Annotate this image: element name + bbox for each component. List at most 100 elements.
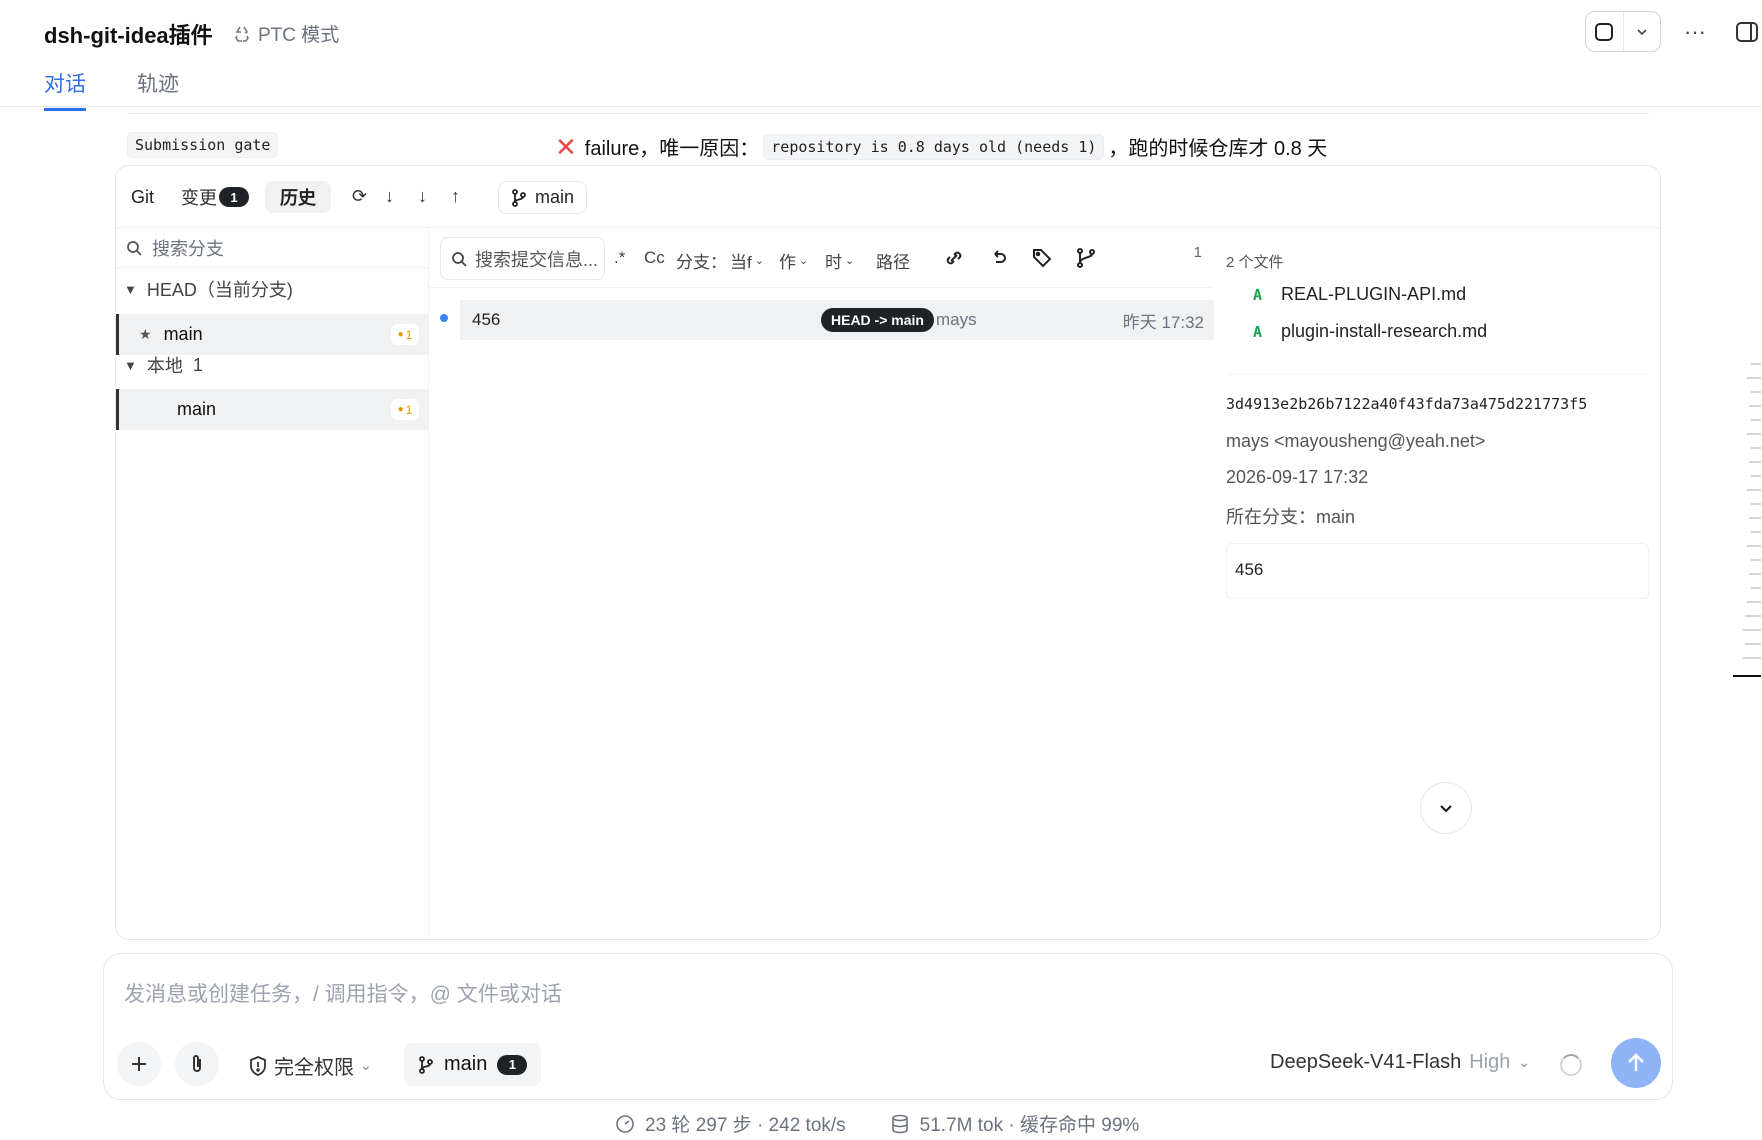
conversation-minimap[interactable] (1733, 363, 1761, 698)
branch-create-icon[interactable] (1074, 246, 1098, 270)
chevron-down-icon (1637, 28, 1647, 35)
local-group-toggle[interactable]: ▼ 本地 1 (124, 352, 203, 378)
commit-message-box: 456 (1226, 543, 1649, 599)
chevron-down-icon: ⌄ (360, 1057, 372, 1073)
local-group-count: 1 (192, 354, 203, 375)
gate-result-line: ✕ failure，唯一原因： repository is 0.8 days o… (555, 132, 1327, 161)
message-composer: 发消息或创建任务，/ 调用指令，@ 文件或对话 完全权限 ⌄ main 1 De… (103, 953, 1673, 1100)
regex-toggle[interactable]: .* (614, 248, 625, 268)
sidebar-item-head-main[interactable]: ★ main ● 1 (116, 314, 429, 355)
star-icon: ★ (139, 326, 152, 342)
paperclip-icon (193, 1055, 201, 1072)
chevron-down-icon: ⌄ (754, 255, 764, 267)
failure-x-icon: ✕ (555, 131, 577, 162)
git-label: Git (131, 186, 155, 207)
list-item[interactable]: A REAL-PLUGIN-API.md (1253, 284, 1466, 305)
caret-down-icon: ▼ (124, 357, 137, 373)
path-filter[interactable]: 路径 (876, 248, 910, 273)
shield-icon (250, 1055, 266, 1076)
time-filter-label: 时 (825, 253, 842, 272)
tab-history[interactable]: 历史 (265, 181, 331, 213)
database-icon (891, 1114, 908, 1133)
branch-filter[interactable]: 分支： 当f ⌄ (676, 248, 764, 273)
head-group-label: HEAD（当前分支) (146, 280, 293, 300)
tab-changes[interactable]: 变更 1 (181, 181, 249, 213)
head-branch-label: main (163, 324, 203, 344)
scroll-to-bottom-button[interactable] (1420, 782, 1472, 834)
commit-author: mays (936, 310, 977, 329)
ahead-badge: ● 1 (391, 399, 419, 420)
loading-spinner-icon (1560, 1054, 1582, 1076)
branch-icon (512, 188, 526, 207)
permission-label: 完全权限 (274, 1057, 354, 1079)
tag-icon[interactable] (1030, 246, 1054, 270)
branch-icon (419, 1055, 433, 1074)
list-item[interactable]: A plugin-install-research.md (1253, 321, 1487, 342)
composer-branch-pill[interactable]: main 1 (404, 1043, 542, 1086)
commit-author-email: mays <mayousheng@yeah.net> (1226, 431, 1486, 451)
branch-search[interactable]: 搜索分支 (116, 228, 429, 268)
permission-selector[interactable]: 完全权限 ⌄ (248, 1051, 372, 1080)
head-group-toggle[interactable]: ▼ HEAD（当前分支) (124, 276, 293, 302)
more-icon[interactable]: ··· (1681, 18, 1709, 46)
file-name: plugin-install-research.md (1281, 321, 1488, 341)
ptc-mode-label: PTC 模式 (258, 25, 340, 46)
progress-stats: 23 轮 297 步 · 242 tok/s (645, 1115, 846, 1136)
branch-search-placeholder: 搜索分支 (152, 238, 224, 259)
gauge-icon (616, 1114, 634, 1133)
file-name: REAL-PLUGIN-API.md (1281, 284, 1467, 304)
commit-count: 1 (1193, 244, 1202, 261)
plus-icon (132, 1057, 146, 1071)
panel-right-icon (1736, 22, 1758, 42)
undo-icon[interactable] (986, 246, 1010, 270)
send-button[interactable] (1611, 1038, 1661, 1088)
model-selector[interactable]: DeepSeek-V41-Flash High ⌄ (1270, 1051, 1530, 1074)
caret-down-icon: ▼ (124, 281, 137, 297)
arrow-up-icon (1628, 1053, 1644, 1071)
push-icon[interactable]: ↑ (451, 186, 460, 207)
gate-reason-code: repository is 0.8 days old (needs 1) (763, 133, 1105, 160)
fetch-icon[interactable]: ↓ (418, 186, 427, 207)
tab-trace[interactable]: 轨迹 (137, 68, 179, 108)
commit-message: 456 (472, 310, 501, 329)
stop-options-dropdown[interactable] (1622, 12, 1661, 51)
table-row[interactable]: 456 HEAD -> main mays 昨天 17:32 (460, 300, 1214, 340)
stop-button[interactable] (1586, 12, 1623, 51)
local-branch-label: main (177, 399, 217, 419)
token-stats: 51.7M tok · 缓存命中 99% (919, 1115, 1140, 1136)
search-icon (127, 240, 142, 256)
case-toggle[interactable]: Cc (644, 248, 665, 268)
toggle-panel-button[interactable] (1733, 18, 1761, 46)
stop-button-group (1585, 11, 1661, 52)
commit-list-pane: 搜索提交信息... .* Cc 分支： 当f ⌄ 作 ⌄ 时 ⌄ 路径 1 45… (430, 228, 1214, 939)
time-filter[interactable]: 时 ⌄ (825, 248, 854, 273)
author-filter-label: 作 (779, 253, 796, 272)
tab-chat[interactable]: 对话 (44, 68, 86, 111)
chevron-down-icon: ⌄ (799, 255, 809, 267)
file-status-added: A (1253, 322, 1263, 341)
git-toolbar: Git 变更 1 历史 ⟳ ↓ ↓ ↑ main (116, 166, 1660, 228)
refresh-icon[interactable]: ⟳ (352, 186, 367, 207)
stop-square-icon (1595, 22, 1614, 41)
file-status-added: A (1253, 285, 1263, 304)
pull-icon[interactable]: ↓ (385, 186, 394, 207)
add-button[interactable] (117, 1042, 161, 1086)
link-icon[interactable] (942, 246, 966, 270)
sidebar-item-local-main[interactable]: main ● 1 (116, 389, 429, 430)
divider (127, 113, 1649, 114)
model-name: DeepSeek-V41-Flash (1270, 1051, 1462, 1073)
branch-selector[interactable]: main (498, 181, 588, 214)
branch-selector-label: main (535, 187, 575, 207)
attach-button[interactable] (175, 1042, 219, 1086)
composer-branch-count: 1 (497, 1054, 528, 1075)
commit-search-input[interactable]: 搜索提交信息... (440, 237, 605, 280)
commit-graph-dot (440, 314, 448, 322)
commit-search-placeholder: 搜索提交信息... (475, 249, 599, 270)
local-group-label: 本地 (146, 356, 183, 376)
author-filter[interactable]: 作 ⌄ (779, 248, 808, 273)
chevron-down-icon: ⌄ (1518, 1054, 1531, 1070)
ptc-mode-toggle[interactable]: PTC 模式 (232, 20, 339, 47)
composer-input[interactable]: 发消息或创建任务，/ 调用指令，@ 文件或对话 (124, 978, 562, 1008)
chevron-down-icon: ⌄ (845, 255, 855, 267)
files-heading: 2 个文件 (1226, 254, 1284, 271)
